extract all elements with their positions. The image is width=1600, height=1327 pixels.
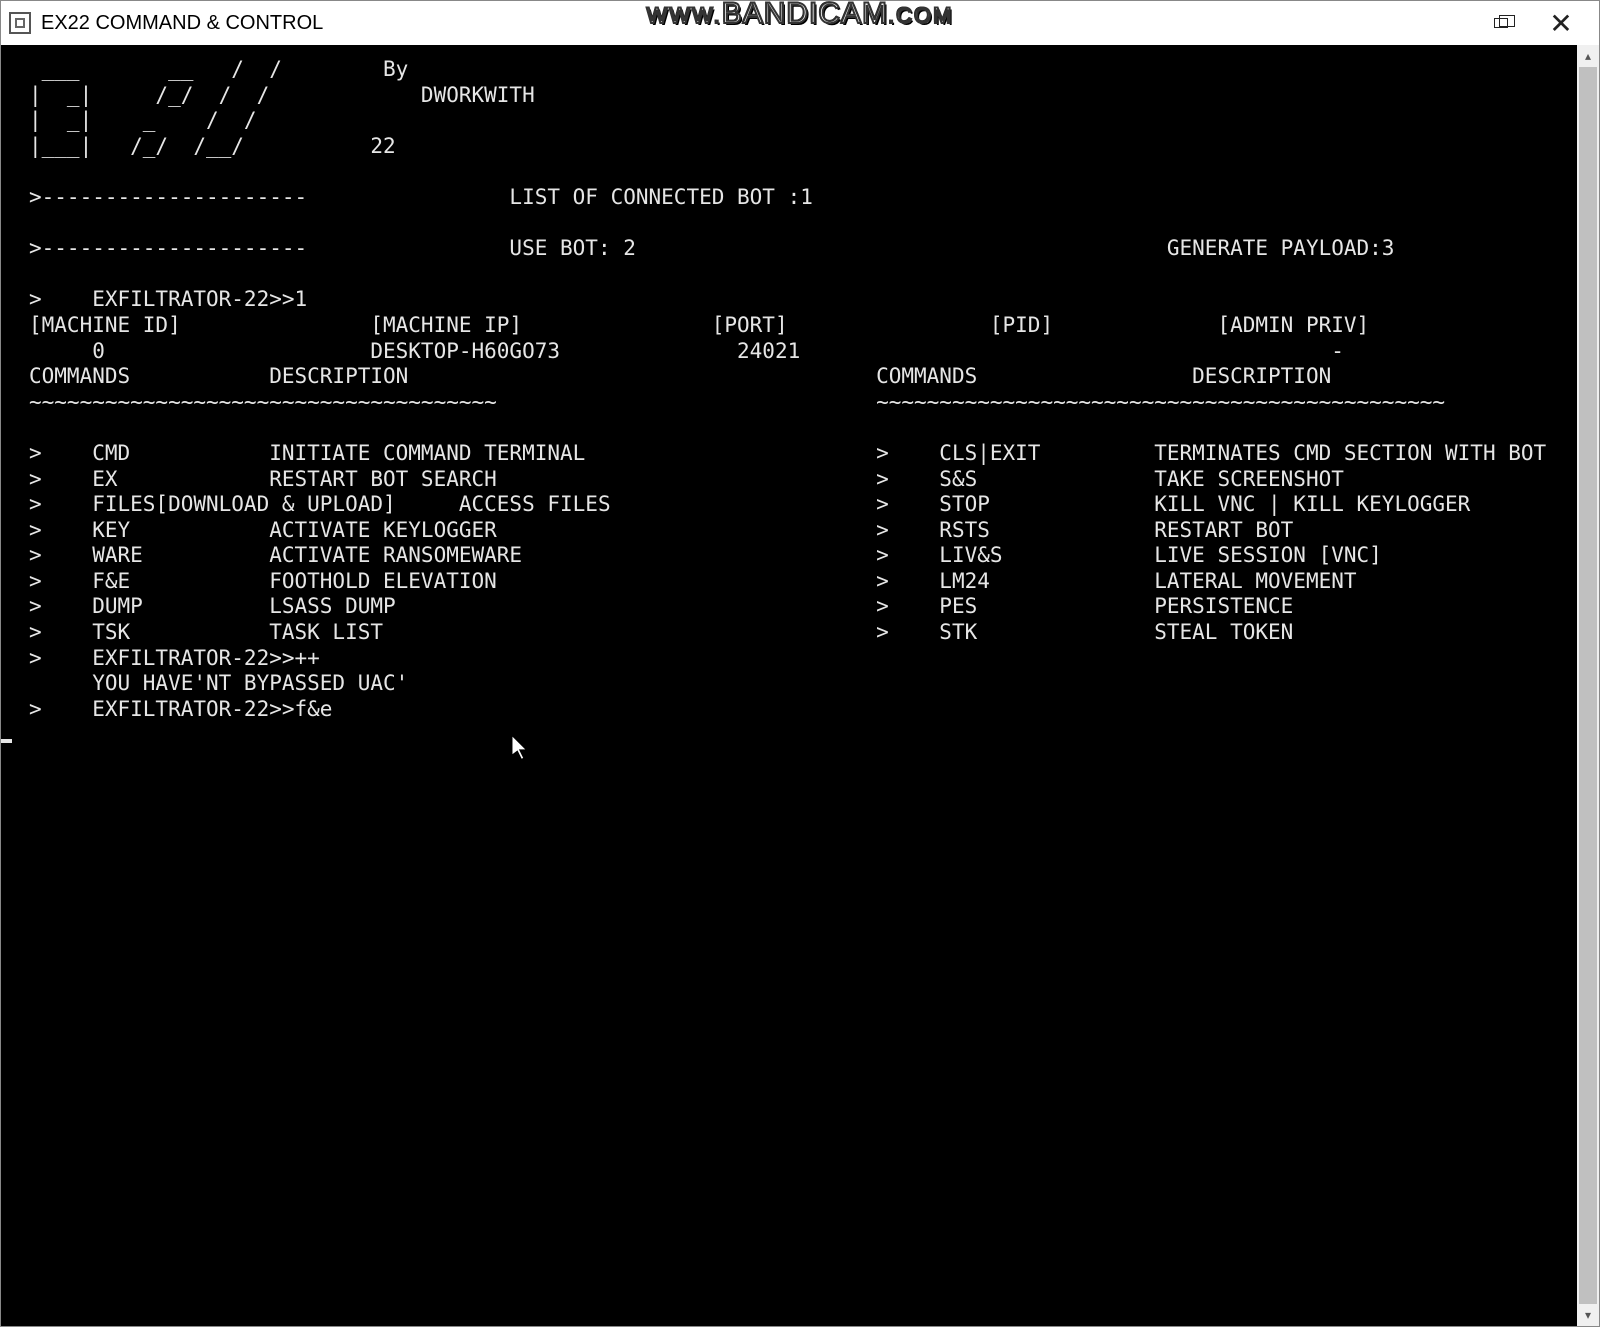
scroll-up-button[interactable]: ▴ <box>1577 45 1599 67</box>
window-buttons: ✕ <box>1471 1 1591 45</box>
vertical-scrollbar[interactable]: ▴ ▾ <box>1577 45 1599 1326</box>
maximize-button[interactable] <box>1471 1 1531 45</box>
terminal-output[interactable]: ___ __ / / By | _| /_/ / / DWORKWITH | _… <box>1 45 1577 1326</box>
text-caret <box>1 739 12 743</box>
recorder-watermark: www.BANDICAM.com <box>646 0 953 31</box>
close-button[interactable]: ✕ <box>1531 1 1591 45</box>
scroll-thumb[interactable] <box>1579 67 1597 1304</box>
client-area: ___ __ / / By | _| /_/ / / DWORKWITH | _… <box>1 45 1599 1326</box>
titlebar[interactable]: EX22 COMMAND & CONTROL www.BANDICAM.com … <box>1 1 1599 45</box>
app-window: EX22 COMMAND & CONTROL www.BANDICAM.com … <box>0 0 1600 1327</box>
scroll-track[interactable] <box>1577 67 1599 1304</box>
scroll-down-button[interactable]: ▾ <box>1577 1304 1599 1326</box>
window-title: EX22 COMMAND & CONTROL <box>41 12 323 35</box>
app-icon <box>9 12 31 34</box>
